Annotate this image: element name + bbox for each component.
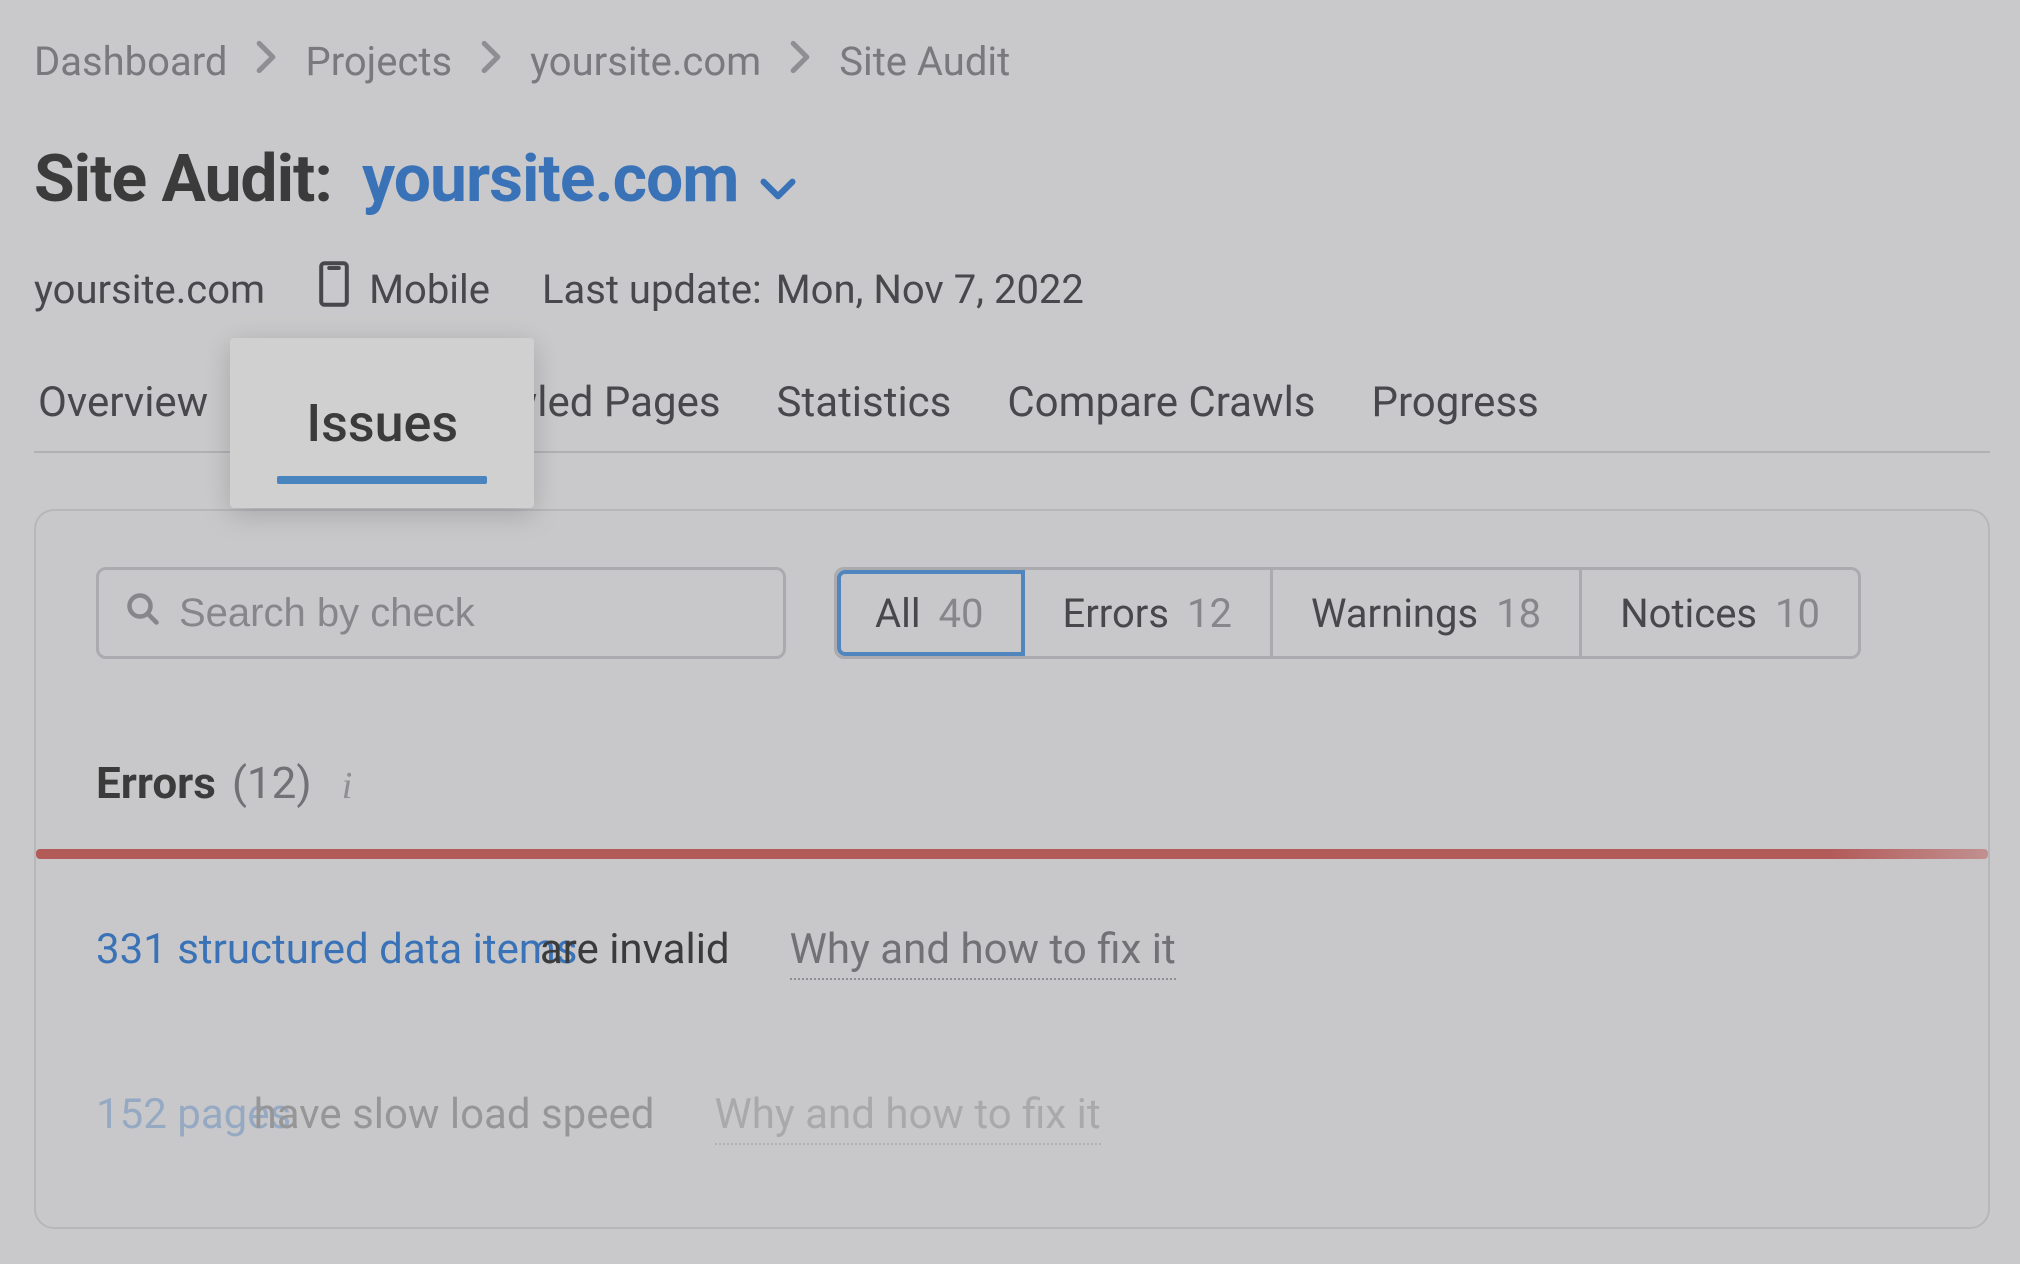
search-by-check[interactable] bbox=[96, 567, 786, 659]
tabs: Overview Issues Issues Crawled Pages Sta… bbox=[34, 378, 1990, 453]
filter-notices-label: Notices bbox=[1620, 590, 1757, 637]
filter-group: All 40 Errors 12 Warnings 18 Notices 10 bbox=[834, 567, 1861, 659]
filter-notices[interactable]: Notices 10 bbox=[1582, 570, 1858, 656]
meta-last-update: Last update: Mon, Nov 7, 2022 bbox=[542, 266, 1084, 313]
issues-panel: All 40 Errors 12 Warnings 18 Notices 10 bbox=[34, 509, 1990, 1229]
filter-warnings-label: Warnings bbox=[1311, 590, 1478, 637]
errors-heading-label: Errors bbox=[96, 757, 216, 809]
filter-warnings[interactable]: Warnings 18 bbox=[1273, 570, 1582, 656]
tab-compare-crawls[interactable]: Compare Crawls bbox=[1003, 378, 1319, 451]
tab-statistics[interactable]: Statistics bbox=[773, 378, 956, 451]
why-and-how-link[interactable]: Why and how to fix it bbox=[715, 1090, 1101, 1145]
chevron-right-icon bbox=[255, 40, 277, 83]
tab-progress[interactable]: Progress bbox=[1367, 378, 1542, 451]
breadcrumb-projects[interactable]: Projects bbox=[305, 38, 452, 85]
title-label: Site Audit: bbox=[34, 141, 332, 218]
filter-warnings-count: 18 bbox=[1496, 590, 1541, 637]
chevron-right-icon bbox=[480, 40, 502, 83]
issue-row: 331 structured data items are invalid Wh… bbox=[96, 925, 1928, 980]
tab-active-underline bbox=[277, 476, 487, 484]
issue-text: are invalid bbox=[540, 925, 730, 974]
meta-device: Mobile bbox=[317, 260, 490, 318]
meta-domain: yoursite.com bbox=[34, 266, 265, 313]
errors-heading-count: (12) bbox=[232, 757, 312, 809]
search-input[interactable] bbox=[179, 591, 757, 636]
tab-issues[interactable]: Issues bbox=[230, 338, 534, 508]
search-icon bbox=[125, 590, 161, 637]
filter-all-count: 40 bbox=[939, 590, 984, 637]
meta-device-label: Mobile bbox=[369, 266, 490, 313]
errors-severity-bar bbox=[36, 849, 1988, 859]
panel-toolbar: All 40 Errors 12 Warnings 18 Notices 10 bbox=[96, 567, 1928, 659]
breadcrumb-site[interactable]: yoursite.com bbox=[530, 38, 761, 85]
tab-issues-wrap: Issues Issues bbox=[260, 378, 390, 451]
issue-text: have slow load speed bbox=[254, 1090, 655, 1139]
issue-row: 152 pages have slow load speed Why and h… bbox=[96, 1090, 1928, 1145]
filter-all-label: All bbox=[875, 590, 921, 637]
last-update-label: Last update: bbox=[542, 266, 762, 313]
domain-selector[interactable]: yoursite.com bbox=[362, 141, 796, 218]
breadcrumb-dashboard[interactable]: Dashboard bbox=[34, 38, 227, 85]
last-update-value: Mon, Nov 7, 2022 bbox=[776, 266, 1084, 313]
filter-notices-count: 10 bbox=[1775, 590, 1820, 637]
filter-errors-count: 12 bbox=[1187, 590, 1232, 637]
breadcrumb-current: Site Audit bbox=[839, 38, 1010, 85]
errors-heading: Errors (12) i bbox=[96, 757, 1928, 809]
mobile-icon bbox=[317, 260, 351, 318]
why-and-how-link[interactable]: Why and how to fix it bbox=[790, 925, 1176, 980]
filter-all[interactable]: All 40 bbox=[837, 570, 1025, 656]
chevron-right-icon bbox=[789, 40, 811, 83]
filter-errors[interactable]: Errors 12 bbox=[1025, 570, 1273, 656]
issue-link[interactable]: 331 structured data items bbox=[96, 925, 577, 974]
page-title: Site Audit: yoursite.com bbox=[34, 141, 1990, 218]
chevron-down-icon bbox=[760, 141, 796, 218]
tab-overview[interactable]: Overview bbox=[34, 378, 212, 451]
info-icon[interactable]: i bbox=[342, 764, 353, 808]
domain-name: yoursite.com bbox=[362, 141, 738, 218]
filter-errors-label: Errors bbox=[1063, 590, 1169, 637]
meta-row: yoursite.com Mobile Last update: Mon, No… bbox=[34, 260, 1990, 318]
tab-issues-label: Issues bbox=[306, 393, 458, 454]
breadcrumb: Dashboard Projects yoursite.com Site Aud… bbox=[34, 38, 1990, 85]
